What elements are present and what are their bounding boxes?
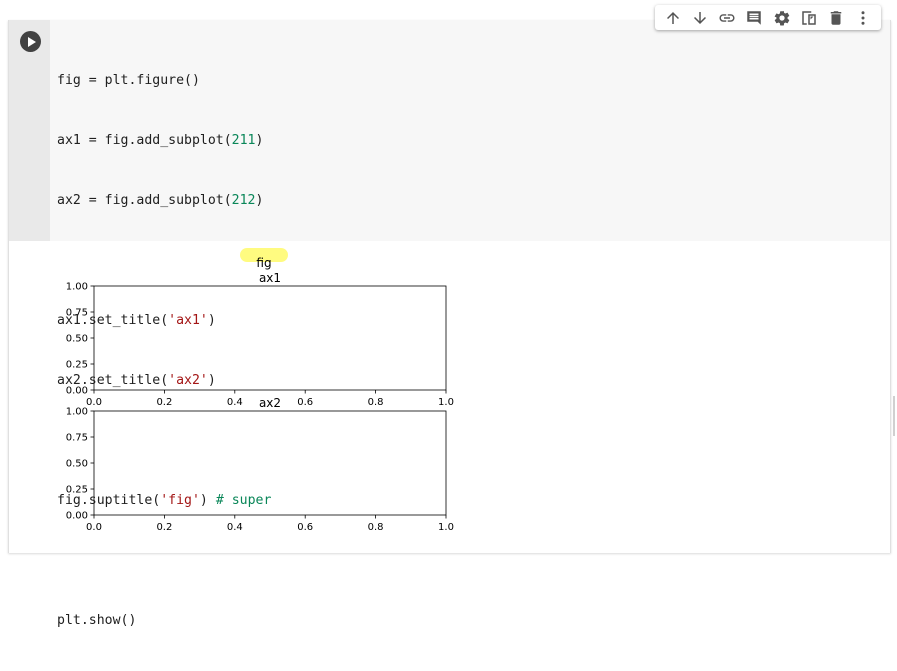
mirror-cell-icon[interactable] bbox=[798, 7, 820, 29]
x-tick-label: 0.0 bbox=[86, 397, 102, 408]
code-string: 'ax2' bbox=[168, 373, 208, 388]
code-token: ax2.set_title( bbox=[57, 373, 169, 388]
code-line: plt.show() bbox=[57, 611, 271, 631]
scrollbar-thumb[interactable] bbox=[893, 396, 895, 436]
x-tick-label: 0.6 bbox=[297, 522, 313, 533]
code-cell: fig = plt.figure() ax1 = fig.add_subplot… bbox=[8, 20, 891, 628]
y-tick-label: 0.00 bbox=[66, 511, 88, 522]
comment-icon[interactable] bbox=[743, 7, 765, 29]
code-line: ax1 = fig.add_subplot(211) bbox=[57, 131, 271, 151]
x-tick-label: 0.0 bbox=[86, 522, 102, 533]
axes-title: ax1 bbox=[259, 271, 281, 285]
link-icon[interactable] bbox=[716, 7, 738, 29]
code-line: fig = plt.figure() bbox=[57, 71, 271, 91]
suptitle: fig bbox=[256, 256, 271, 270]
y-tick-label: 1.00 bbox=[66, 407, 88, 418]
x-tick-label: 0.2 bbox=[156, 522, 172, 533]
code-string: 'fig' bbox=[160, 493, 200, 508]
run-cell-button[interactable] bbox=[20, 31, 41, 52]
play-icon bbox=[27, 36, 36, 47]
x-tick-label: 0.6 bbox=[297, 397, 313, 408]
code-token: ax2 = fig.add_subplot( bbox=[57, 193, 232, 208]
code-number: 212 bbox=[231, 193, 256, 208]
x-tick-label: 1.0 bbox=[438, 522, 454, 533]
y-tick-label: 0.25 bbox=[66, 360, 88, 371]
code-token: ) bbox=[207, 313, 216, 328]
x-tick-label: 0.4 bbox=[227, 522, 243, 533]
code-token: ax1 = fig.add_subplot( bbox=[57, 133, 232, 148]
x-tick-label: 1.0 bbox=[438, 397, 454, 408]
code-comment: # super bbox=[207, 493, 272, 508]
code-number: 211 bbox=[231, 133, 256, 148]
x-tick-label: 0.4 bbox=[227, 397, 243, 408]
y-tick-label: 0.50 bbox=[66, 459, 88, 470]
x-tick-label: 0.2 bbox=[156, 397, 172, 408]
axes-title: ax2 bbox=[259, 396, 281, 410]
move-up-icon[interactable] bbox=[662, 7, 684, 29]
code-token: ax1.set_title( bbox=[57, 313, 169, 328]
code-token: plt.show() bbox=[57, 613, 137, 628]
more-vert-icon[interactable] bbox=[852, 7, 874, 29]
y-tick-label: 0.75 bbox=[66, 433, 88, 444]
x-tick-label: 0.8 bbox=[368, 397, 384, 408]
cell-gutter bbox=[9, 20, 50, 241]
code-line: ax2 = fig.add_subplot(212) bbox=[57, 191, 271, 211]
code-editor[interactable]: fig = plt.figure() ax1 = fig.add_subplot… bbox=[50, 20, 890, 628]
code-string: 'ax1' bbox=[168, 313, 208, 328]
y-tick-label: 1.00 bbox=[66, 282, 88, 293]
code-token: ) bbox=[207, 373, 216, 388]
x-tick-label: 0.8 bbox=[368, 522, 384, 533]
gear-icon[interactable] bbox=[771, 7, 793, 29]
code-token: fig = plt.figure() bbox=[57, 73, 200, 88]
delete-icon[interactable] bbox=[825, 7, 847, 29]
cell-toolbar bbox=[655, 5, 881, 30]
code-token: fig.suptitle( bbox=[57, 493, 161, 508]
y-tick-label: 0.50 bbox=[66, 334, 88, 345]
move-down-icon[interactable] bbox=[689, 7, 711, 29]
code-token: ) bbox=[255, 193, 264, 208]
code-token: ) bbox=[255, 133, 264, 148]
code-token: ) bbox=[199, 493, 208, 508]
